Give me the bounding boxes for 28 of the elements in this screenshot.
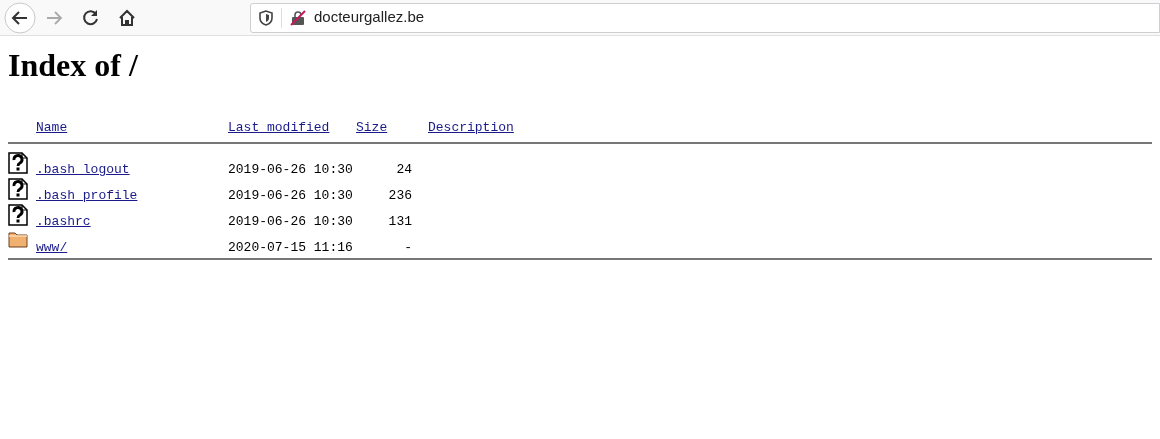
modified-date: 2020-07-15 11:16 — [228, 240, 353, 256]
url-text: docteurgallez.be — [314, 7, 425, 28]
unknown-file-icon — [8, 204, 28, 226]
file-link[interactable]: .bash_profile — [36, 188, 138, 204]
page-heading: Index of / — [8, 46, 139, 84]
file-size: 236 — [388, 188, 412, 204]
unknown-file-icon — [8, 152, 28, 174]
modified-date: 2019-06-26 10:30 — [228, 162, 353, 178]
unknown-file-icon — [8, 178, 28, 200]
file-size: - — [404, 240, 412, 256]
home-icon[interactable] — [118, 8, 136, 27]
shield-icon — [259, 9, 273, 26]
file-size: 24 — [396, 162, 412, 178]
insecure-lock-icon — [290, 9, 306, 26]
address-bar[interactable]: docteurgallez.be — [250, 2, 1160, 33]
reload-icon[interactable] — [82, 8, 100, 27]
column-header-link[interactable]: Last modified — [228, 118, 330, 138]
modified-date: 2019-06-26 10:30 — [228, 188, 353, 204]
file-link[interactable]: .bash_logout — [36, 162, 130, 178]
column-header-link[interactable]: Size — [356, 118, 388, 138]
folder-icon — [8, 230, 28, 248]
file-link[interactable]: .bashrc — [36, 214, 91, 230]
modified-date: 2019-06-26 10:30 — [228, 214, 353, 230]
file-size: 131 — [388, 214, 412, 230]
folder-link[interactable]: www/ — [36, 240, 68, 256]
back-icon[interactable] — [4, 1, 36, 34]
column-header-link[interactable]: Name — [36, 118, 68, 138]
column-header-link[interactable]: Description — [428, 118, 514, 138]
